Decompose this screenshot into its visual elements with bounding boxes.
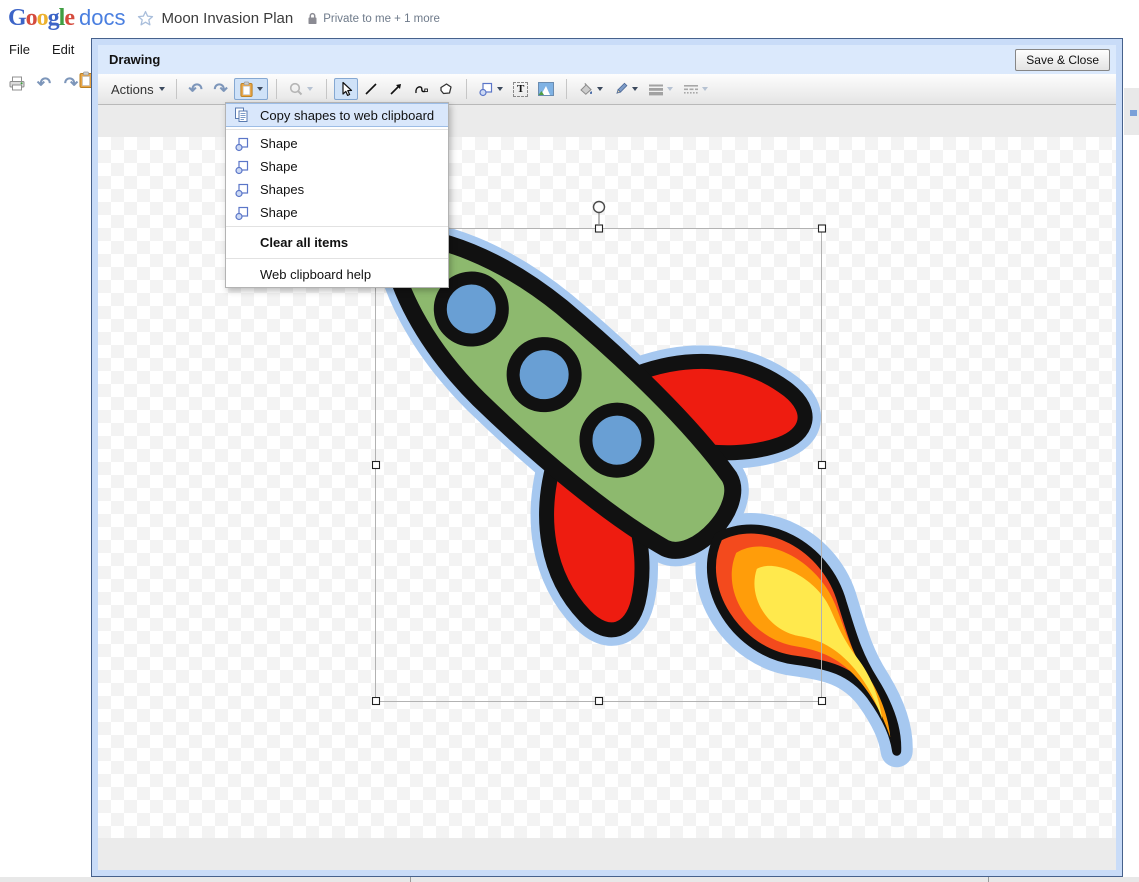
page-divider <box>410 877 411 882</box>
line-width-icon <box>648 81 664 97</box>
menu-item-label: Shapes <box>260 182 304 197</box>
line-icon <box>363 81 379 97</box>
text-box-tool-button[interactable]: T <box>509 78 533 100</box>
shape-icon <box>234 159 252 175</box>
polyline-icon <box>438 81 454 97</box>
chevron-down-icon <box>597 87 603 91</box>
shape-icon <box>478 81 494 97</box>
toolbar-separator <box>466 79 467 99</box>
actions-label: Actions <box>111 82 154 97</box>
menu-separator <box>226 129 448 130</box>
redo-icon[interactable]: ↷ <box>209 78 233 100</box>
save-close-button[interactable]: Save & Close <box>1015 49 1110 71</box>
menu-item-label: Web clipboard help <box>260 267 371 282</box>
toolbar-separator <box>326 79 327 99</box>
star-icon[interactable] <box>137 10 154 27</box>
pencil-icon <box>613 81 629 97</box>
page-bottom-strip <box>0 877 1139 882</box>
menu-item-label: Shape <box>260 205 298 220</box>
dialog-header: Drawing Save & Close <box>98 45 1116 74</box>
menu-item-shape[interactable]: Shape <box>226 201 448 224</box>
chevron-down-icon <box>307 87 313 91</box>
logo-letter: o <box>37 5 48 32</box>
cursor-icon <box>338 81 354 97</box>
undo-icon[interactable]: ↶ <box>184 78 208 100</box>
page-header: Googledocs Moon Invasion Plan Private to… <box>0 0 1139 37</box>
actions-menu-button[interactable]: Actions <box>107 80 169 99</box>
web-clipboard-icon[interactable] <box>78 71 91 93</box>
print-icon[interactable] <box>7 73 27 93</box>
dialog-toolbar: Actions ↶ ↷ <box>98 74 1116 105</box>
document-title[interactable]: Moon Invasion Plan <box>161 10 293 27</box>
menu-item-shapes[interactable]: Shapes <box>226 178 448 201</box>
line-width-button[interactable] <box>644 78 678 100</box>
curve-icon <box>413 81 429 97</box>
lock-icon <box>307 12 318 25</box>
shape-tool-button[interactable] <box>474 78 508 100</box>
chevron-down-icon <box>667 87 673 91</box>
magnifier-icon <box>288 81 304 97</box>
menu-item-label: Shape <box>260 136 298 151</box>
privacy-status[interactable]: Private to me + 1 more <box>323 13 440 25</box>
toolbar-separator <box>566 79 567 99</box>
image-icon <box>538 82 554 96</box>
toolbar-separator <box>276 79 277 99</box>
arrow-icon <box>388 81 404 97</box>
insert-image-button[interactable] <box>534 78 558 100</box>
chevron-down-icon <box>159 87 165 91</box>
line-dash-icon <box>683 81 699 97</box>
text-box-icon: T <box>513 82 528 97</box>
line-dash-button[interactable] <box>679 78 713 100</box>
chevron-down-icon <box>632 87 638 91</box>
chevron-down-icon <box>702 87 708 91</box>
fill-color-button[interactable] <box>574 78 608 100</box>
paint-bucket-icon <box>578 81 594 97</box>
menu-item-help[interactable]: Web clipboard help <box>226 261 448 287</box>
dialog-title: Drawing <box>109 52 1015 67</box>
arrow-tool-button[interactable] <box>384 78 408 100</box>
web-clipboard-menu: Copy shapes to web clipboard Shape Shape… <box>225 102 449 288</box>
logo-letter: g <box>48 5 59 32</box>
page-divider <box>988 877 989 882</box>
logo-letter: o <box>26 5 37 32</box>
line-color-button[interactable] <box>609 78 643 100</box>
logo-letter: e <box>64 5 74 32</box>
copy-icon <box>234 107 252 123</box>
chevron-down-icon <box>257 87 263 91</box>
web-clipboard-button[interactable] <box>234 78 268 100</box>
shape-icon <box>234 205 252 221</box>
select-tool-button[interactable] <box>334 78 358 100</box>
polyline-tool-button[interactable] <box>434 78 458 100</box>
web-clipboard-icon <box>239 81 254 98</box>
side-marker <box>1130 110 1137 116</box>
menu-item-label: Clear all items <box>260 235 348 250</box>
shape-icon <box>234 136 252 152</box>
docs-logo-text: docs <box>79 5 125 31</box>
menu-file[interactable]: File <box>9 40 30 62</box>
line-tool-button[interactable] <box>359 78 383 100</box>
curve-tool-button[interactable] <box>409 78 433 100</box>
menu-edit[interactable]: Edit <box>52 40 74 62</box>
menu-item-copy-shapes[interactable]: Copy shapes to web clipboard <box>226 103 448 127</box>
menu-item-clear-all[interactable]: Clear all items <box>226 229 448 256</box>
shape-icon <box>234 182 252 198</box>
logo-letter: G <box>8 5 26 32</box>
menu-separator <box>226 226 448 227</box>
menu-item-label: Shape <box>260 159 298 174</box>
zoom-button[interactable] <box>284 78 318 100</box>
menu-item-shape[interactable]: Shape <box>226 132 448 155</box>
menu-item-label: Copy shapes to web clipboard <box>260 108 434 123</box>
menu-separator <box>226 258 448 259</box>
google-logo: Googledocs <box>8 5 125 32</box>
menu-item-shape[interactable]: Shape <box>226 155 448 178</box>
chevron-down-icon <box>497 87 503 91</box>
undo-icon[interactable]: ↶ <box>34 73 54 93</box>
toolbar-separator <box>176 79 177 99</box>
